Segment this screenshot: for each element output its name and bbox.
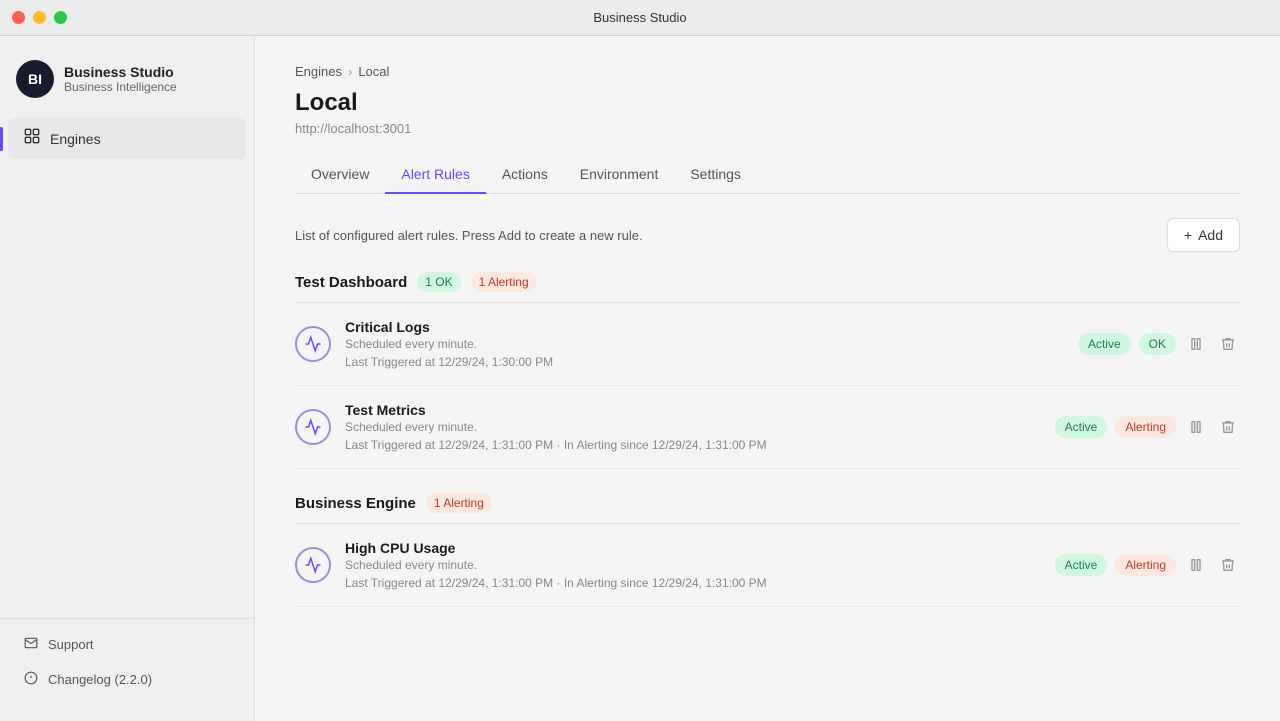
changelog-label: Changelog (2.2.0) bbox=[48, 672, 152, 687]
breadcrumb-current: Local bbox=[358, 64, 389, 79]
rule-info-critical-logs: Critical Logs Scheduled every minute. La… bbox=[345, 319, 1064, 369]
sidebar-item-engines-label: Engines bbox=[50, 131, 101, 147]
group-name-business-engine: Business Engine bbox=[295, 495, 416, 512]
changelog-icon bbox=[24, 671, 38, 688]
sidebar-item-changelog[interactable]: Changelog (2.2.0) bbox=[0, 662, 254, 697]
group-badge-alerting: 1 Alerting bbox=[471, 272, 537, 292]
pause-button-test-metrics[interactable] bbox=[1184, 415, 1208, 439]
rule-item-critical-logs: Critical Logs Scheduled every minute. La… bbox=[295, 303, 1240, 386]
tab-actions[interactable]: Actions bbox=[486, 156, 564, 194]
plus-icon: + bbox=[1184, 227, 1192, 243]
rule-icon-high-cpu bbox=[295, 547, 331, 583]
group-badge-alerting-be: 1 Alerting bbox=[426, 493, 492, 513]
delete-button-test-metrics[interactable] bbox=[1216, 415, 1240, 439]
rule-actions-high-cpu: Active Alerting bbox=[1055, 553, 1240, 577]
sidebar-item-engines[interactable]: Engines bbox=[8, 118, 246, 159]
delete-button-high-cpu[interactable] bbox=[1216, 553, 1240, 577]
pause-button-critical-logs[interactable] bbox=[1184, 332, 1208, 356]
rule-item-high-cpu: High CPU Usage Scheduled every minute. L… bbox=[295, 524, 1240, 607]
rule-group-test-dashboard-header: Test Dashboard 1 OK 1 Alerting bbox=[295, 272, 1240, 303]
add-rule-button[interactable]: + Add bbox=[1167, 218, 1240, 252]
main-content: Engines › Local Local http://localhost:3… bbox=[255, 36, 1280, 721]
group-badge-ok: 1 OK bbox=[417, 272, 460, 292]
rule-actions-critical-logs: Active OK bbox=[1078, 332, 1240, 356]
status-active-critical-logs: Active bbox=[1078, 333, 1131, 355]
support-label: Support bbox=[48, 637, 94, 652]
rule-group-business-engine-header: Business Engine 1 Alerting bbox=[295, 493, 1240, 524]
tab-environment[interactable]: Environment bbox=[564, 156, 675, 194]
tab-settings[interactable]: Settings bbox=[674, 156, 757, 194]
tab-overview[interactable]: Overview bbox=[295, 156, 385, 194]
add-label: Add bbox=[1198, 227, 1223, 243]
minimize-button[interactable] bbox=[33, 11, 46, 24]
close-button[interactable] bbox=[12, 11, 25, 24]
rule-name-high-cpu: High CPU Usage bbox=[345, 540, 1041, 556]
app-subtitle: Business Intelligence bbox=[64, 80, 177, 94]
rule-actions-test-metrics: Active Alerting bbox=[1055, 415, 1240, 439]
tab-bar: Overview Alert Rules Actions Environment… bbox=[295, 156, 1240, 194]
rule-schedule-high-cpu: Scheduled every minute. bbox=[345, 558, 1041, 572]
rule-name-test-metrics: Test Metrics bbox=[345, 402, 1041, 418]
app-name: Business Studio bbox=[64, 64, 177, 80]
breadcrumb: Engines › Local bbox=[295, 64, 1240, 79]
alert-rules-header: List of configured alert rules. Press Ad… bbox=[295, 218, 1240, 252]
sidebar-nav: Engines bbox=[0, 118, 254, 610]
breadcrumb-separator: › bbox=[348, 64, 352, 79]
status-active-test-metrics: Active bbox=[1055, 416, 1108, 438]
sidebar: BI Business Studio Business Intelligence… bbox=[0, 36, 255, 721]
status-ok-critical-logs: OK bbox=[1139, 333, 1176, 355]
rule-name-critical-logs: Critical Logs bbox=[345, 319, 1064, 335]
rule-info-test-metrics: Test Metrics Scheduled every minute. Las… bbox=[345, 402, 1041, 452]
rule-icon-critical-logs bbox=[295, 326, 331, 362]
rule-schedule-critical-logs: Scheduled every minute. bbox=[345, 337, 1064, 351]
rule-trigger-high-cpu: Last Triggered at 12/29/24, 1:31:00 PM ·… bbox=[345, 576, 1041, 590]
titlebar: Business Studio bbox=[0, 0, 1280, 36]
maximize-button[interactable] bbox=[54, 11, 67, 24]
group-name-test-dashboard: Test Dashboard bbox=[295, 274, 407, 291]
app-logo: BI bbox=[16, 60, 54, 98]
engines-icon bbox=[24, 128, 40, 149]
sidebar-item-support[interactable]: Support bbox=[0, 627, 254, 662]
sidebar-footer: Support Changelog (2.2.0) bbox=[0, 618, 254, 705]
sidebar-header: BI Business Studio Business Intelligence bbox=[0, 52, 254, 118]
tab-alert-rules[interactable]: Alert Rules bbox=[385, 156, 485, 194]
status-alerting-high-cpu: Alerting bbox=[1115, 554, 1176, 576]
window-controls bbox=[12, 11, 67, 24]
titlebar-title: Business Studio bbox=[593, 10, 686, 25]
rule-schedule-test-metrics: Scheduled every minute. bbox=[345, 420, 1041, 434]
status-alerting-test-metrics: Alerting bbox=[1115, 416, 1176, 438]
rule-item-test-metrics: Test Metrics Scheduled every minute. Las… bbox=[295, 386, 1240, 469]
status-active-high-cpu: Active bbox=[1055, 554, 1108, 576]
page-subtitle: http://localhost:3001 bbox=[295, 121, 1240, 136]
rule-group-business-engine: Business Engine 1 Alerting High CPU Usag… bbox=[295, 493, 1240, 607]
breadcrumb-engines[interactable]: Engines bbox=[295, 64, 342, 79]
rule-icon-test-metrics bbox=[295, 409, 331, 445]
pause-button-high-cpu[interactable] bbox=[1184, 553, 1208, 577]
rule-info-high-cpu: High CPU Usage Scheduled every minute. L… bbox=[345, 540, 1041, 590]
rule-trigger-critical-logs: Last Triggered at 12/29/24, 1:30:00 PM bbox=[345, 355, 1064, 369]
rule-group-test-dashboard: Test Dashboard 1 OK 1 Alerting Critical … bbox=[295, 272, 1240, 469]
alert-rules-description: List of configured alert rules. Press Ad… bbox=[295, 228, 643, 243]
support-icon bbox=[24, 636, 38, 653]
rule-trigger-test-metrics: Last Triggered at 12/29/24, 1:31:00 PM ·… bbox=[345, 438, 1041, 452]
page-title: Local bbox=[295, 89, 1240, 117]
delete-button-critical-logs[interactable] bbox=[1216, 332, 1240, 356]
